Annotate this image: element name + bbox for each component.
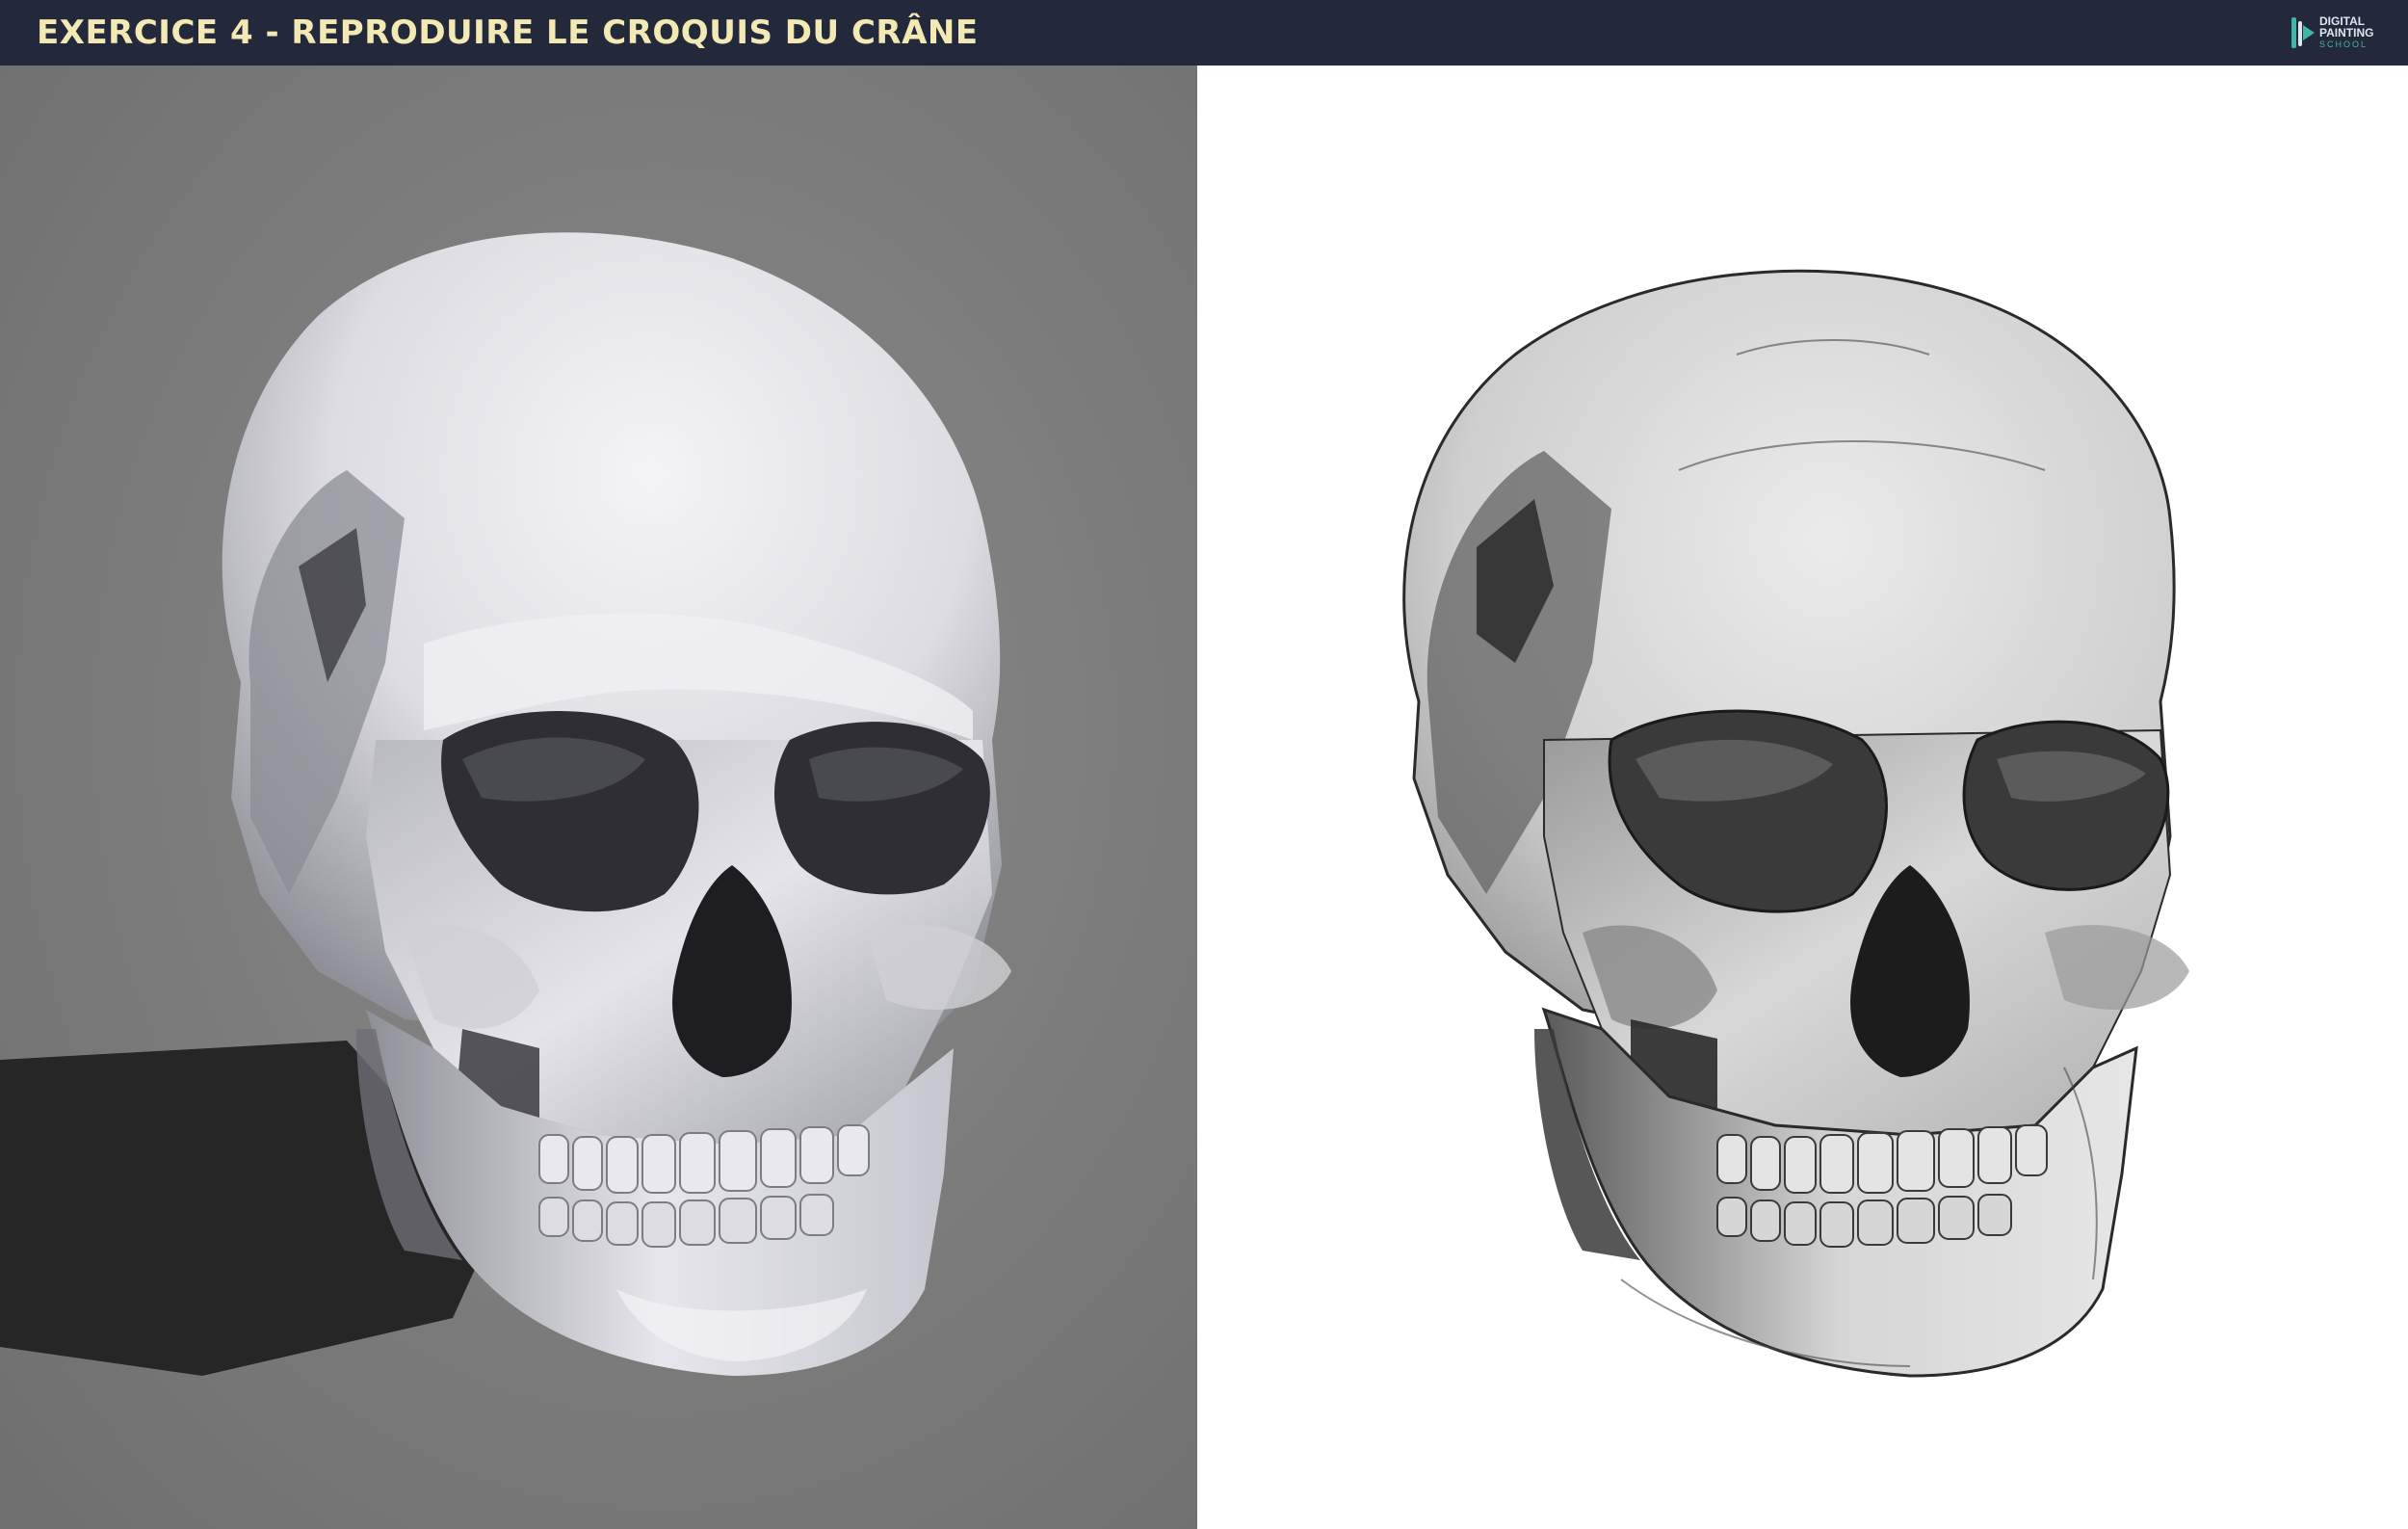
logo-line-2: PAINTING	[2319, 26, 2374, 40]
sketch-reference-panel	[1197, 66, 2408, 1529]
logo-line-3: SCHOOL	[2319, 40, 2369, 49]
paintbrush-play-icon	[2291, 17, 2315, 48]
reference-render-panel	[0, 66, 1197, 1529]
skull-render-illustration	[0, 66, 1197, 1529]
skull-sketch-illustration	[1197, 66, 2408, 1529]
header-bar: EXERCICE 4 - REPRODUIRE LE CROQUIS DU CR…	[0, 0, 2408, 66]
logo-wordmark: DIGITAL PAINTING SCHOOL	[2319, 15, 2389, 50]
digital-painting-school-logo: DIGITAL PAINTING SCHOOL	[2285, 10, 2389, 56]
page-title: EXERCICE 4 - REPRODUIRE LE CROQUIS DU CR…	[37, 13, 979, 52]
